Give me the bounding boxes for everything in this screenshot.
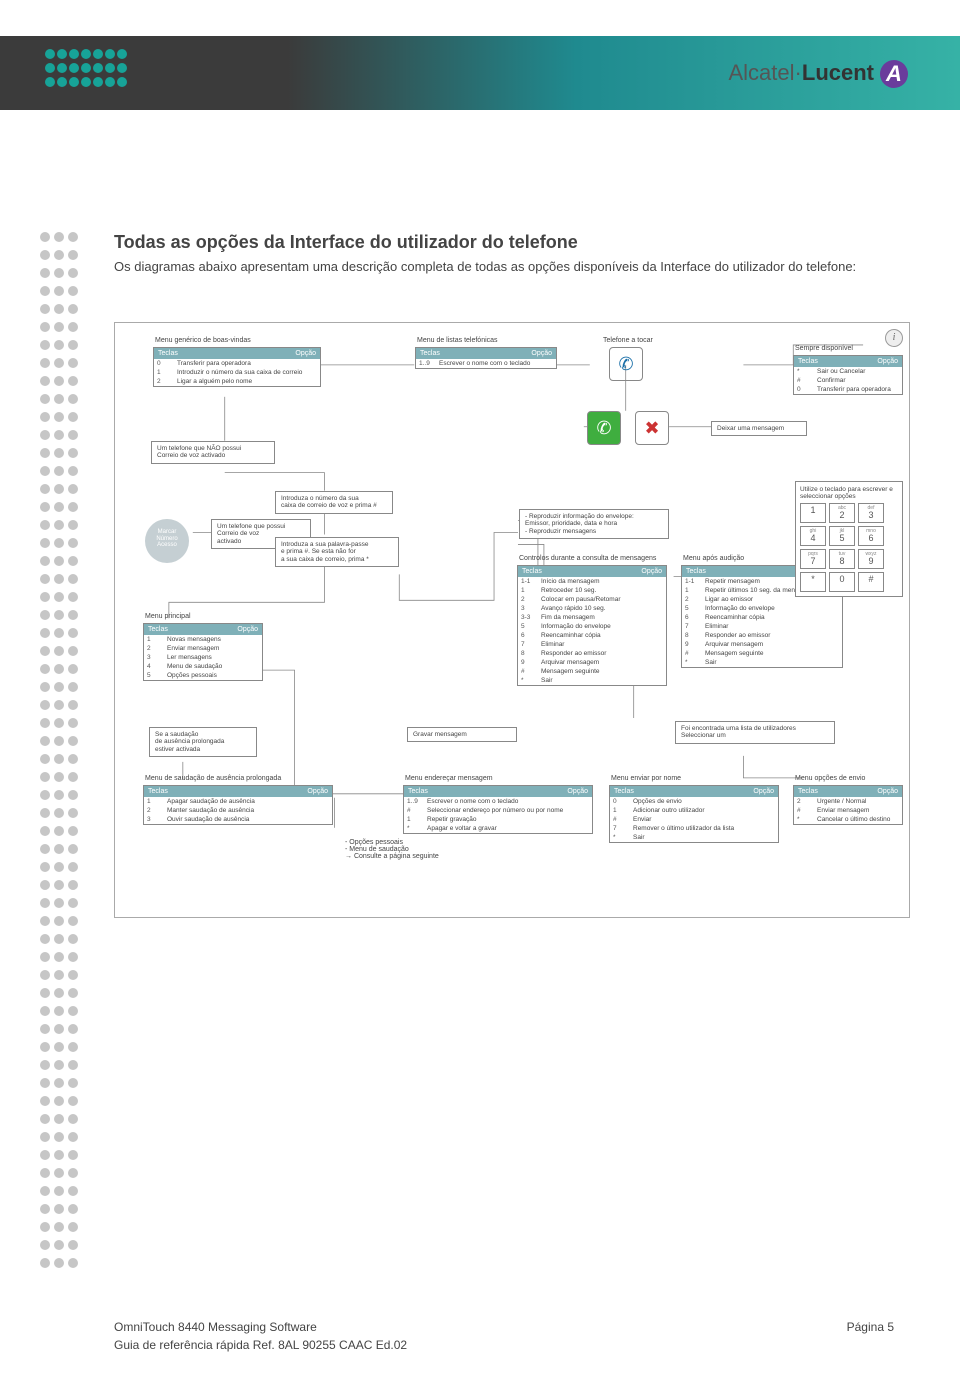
ctrl-title: Controlos durante a consulta de mensagen… [519, 555, 656, 562]
always-menu: TeclasOpção *Sair ou Cancelar#Confirmar0… [793, 355, 903, 395]
leave-message: Deixar uma mensagem [711, 421, 807, 436]
phone-pickup-icon: ✆ [587, 411, 621, 445]
byname-title: Menu enviar por nome [611, 775, 681, 782]
ctrl-menu: TeclasOpção 1-1Início da mensagem1Retroc… [517, 565, 667, 686]
byname-menu: TeclasOpção 0Opções de envio1Adicionar o… [609, 785, 779, 843]
phonelist-title: Menu de listas telefónicas [417, 337, 498, 344]
found-users: Foi encontrada uma lista de utilizadores… [675, 721, 835, 744]
footer-line1: OmniTouch 8440 Messaging SoftwarePágina … [114, 1320, 894, 1334]
phonelist-menu: TeclasOpção 1..9Escrever o nome com o te… [415, 347, 557, 369]
record-message: Gravar mensagem [407, 727, 517, 742]
decor-dots-top [44, 48, 128, 90]
greet-menu: TeclasOpção 0Transferir para operadora1I… [153, 347, 321, 387]
info-icon: i [885, 329, 903, 347]
enter-password-box: Introduza a sua palavra-passe e prima #.… [275, 537, 399, 567]
sendopt-menu: TeclasOpção 2Urgente / Normal#Enviar men… [793, 785, 903, 825]
no-vm-phone: Um telefone que NÃO possui Correio de vo… [151, 441, 275, 464]
addr-notes: - Opções pessoais - Menu de saudação → C… [345, 839, 439, 860]
ringing-label: Telefone a tocar [603, 337, 653, 344]
phone-keypad: Utilize o teclado para escrever e selecc… [795, 481, 903, 597]
page-heading: Todas as opções da Interface do utilizad… [114, 232, 894, 253]
brand-logo: Alcatel·LucentA [729, 60, 909, 88]
dial-access: Marcar Número Acesso [145, 519, 189, 563]
footer-line2: Guia de referência rápida Ref. 8AL 90255… [114, 1338, 407, 1352]
absmenu-title: Menu de saudação de ausência prolongada [145, 775, 281, 782]
envelope-info: - Reproduzir informação do envelope: Emi… [519, 509, 669, 539]
addr-menu: TeclasOpção 1..9Escrever o nome com o te… [403, 785, 593, 834]
ext-abs-active: Se a saudação de ausência prolongada est… [149, 727, 257, 757]
decor-dots-left [40, 232, 82, 1276]
greet-title: Menu genérico de boas-vindas [155, 337, 251, 344]
always-title: Sempre disponível [795, 345, 853, 352]
main-menu: TeclasOpção 1Novas mensagens2Enviar mens… [143, 623, 263, 681]
sendopt-title: Menu opções de envio [795, 775, 865, 782]
phone-reject-icon: ✖ [635, 411, 669, 445]
main-title: Menu principal [145, 613, 191, 620]
diagram-canvas: i Menu genérico de boas-vindas TeclasOpç… [114, 322, 910, 918]
page-subtext: Os diagramas abaixo apresentam uma descr… [114, 258, 884, 276]
after-title: Menu após audição [683, 555, 744, 562]
phone-ringing-icon: ✆ [609, 347, 643, 381]
absmenu: TeclasOpção 1Apagar saudação de ausência… [143, 785, 333, 825]
addr-title: Menu endereçar mensagem [405, 775, 493, 782]
enter-number-box: Introduza o número da sua caixa de corre… [275, 491, 393, 514]
